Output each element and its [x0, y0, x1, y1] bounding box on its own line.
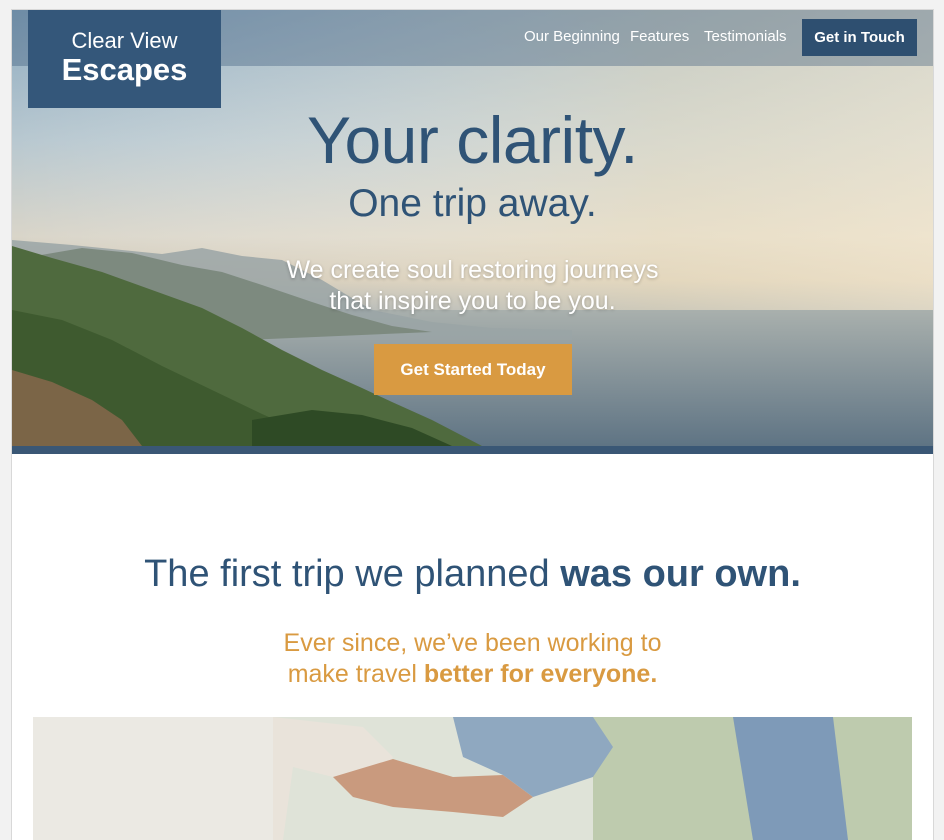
story-heading: The first trip we planned was our own.: [12, 553, 933, 596]
nav-link-testimonials[interactable]: Testimonials: [704, 28, 787, 45]
get-started-button[interactable]: Get Started Today: [374, 344, 572, 395]
hero-title: Your clarity.: [307, 103, 638, 177]
get-in-touch-button[interactable]: Get in Touch: [802, 19, 917, 56]
story-subheading-line2: make travel better for everyone.: [12, 659, 933, 690]
hero-divider-stripe: [12, 446, 933, 454]
logo-text-line2: Escapes: [61, 52, 188, 87]
couple-photo-illustration: [33, 717, 912, 840]
hero-description-line1: We create soul restoring journeys: [286, 256, 659, 284]
story-heading-light: The first trip we planned: [144, 553, 561, 595]
story-subheading-line2-bold: better for everyone.: [423, 660, 658, 688]
story-heading-bold: was our own.: [560, 553, 801, 595]
story-subheading-line1: Ever since, we’ve been working to: [283, 629, 662, 657]
brand-logo[interactable]: Clear View Escapes: [28, 10, 221, 108]
hero-subtitle: One trip away.: [348, 182, 597, 225]
story-subheading-line2-light: make travel: [287, 660, 424, 688]
landing-page: Clear View Escapes Our Beginning Feature…: [12, 10, 933, 840]
story-subheading: Ever since, we’ve been working to make t…: [12, 628, 933, 690]
hero-description-line2: that inspire you to be you.: [329, 287, 616, 315]
logo-text-line1: Clear View: [71, 28, 178, 53]
couple-photo: [33, 717, 912, 840]
nav-link-features[interactable]: Features: [630, 28, 689, 45]
hero-description: We create soul restoring journeys that i…: [12, 255, 933, 317]
nav-link-our-beginning[interactable]: Our Beginning: [524, 28, 620, 45]
hero-section: Clear View Escapes Our Beginning Feature…: [12, 10, 933, 446]
